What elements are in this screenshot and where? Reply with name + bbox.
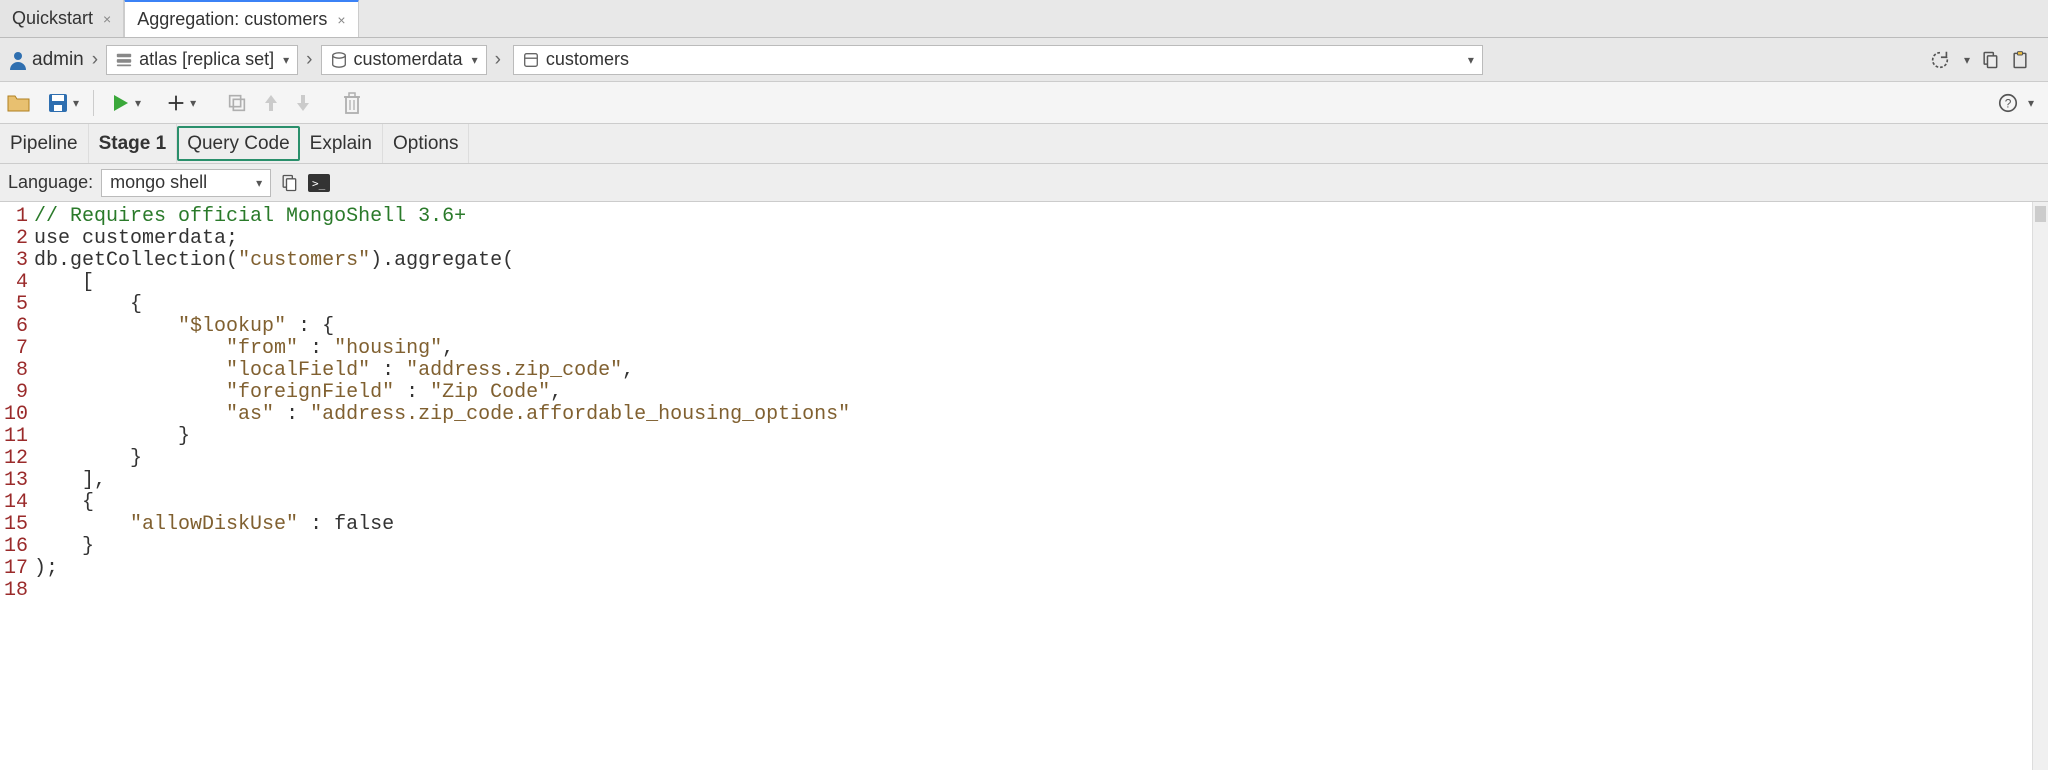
trash-icon[interactable]: [342, 91, 362, 115]
language-bar: Language: mongo shell ▾ >_: [0, 164, 2048, 202]
chevron-down-icon: ▾: [283, 53, 289, 67]
tab-aggregation-customers[interactable]: Aggregation: customers ×: [124, 0, 358, 37]
line-gutter: 123456789101112131415161718: [0, 202, 34, 770]
subtab-explain[interactable]: Explain: [300, 124, 383, 163]
editor-tabs: Quickstart × Aggregation: customers ×: [0, 0, 2048, 38]
chevron-down-icon: ▾: [256, 176, 262, 190]
subtab-label: Pipeline: [10, 133, 78, 155]
subtab-label: Stage 1: [99, 133, 167, 155]
vertical-scrollbar[interactable]: [2032, 202, 2048, 770]
chevron-down-icon: ▾: [472, 53, 478, 67]
open-shell-icon[interactable]: >_: [307, 173, 331, 193]
chevron-down-icon: ▾: [1468, 53, 1474, 67]
collection-label: customers: [546, 49, 629, 70]
subtab-label: Query Code: [187, 133, 289, 155]
tab-label: Aggregation: customers: [137, 9, 327, 30]
breadcrumb-right-actions: ▾: [1929, 49, 2040, 71]
paste-icon[interactable]: [2010, 49, 2030, 71]
copy-icon[interactable]: [1980, 49, 2000, 71]
subtab-stage1[interactable]: Stage 1: [89, 124, 178, 163]
save-icon[interactable]: ▾: [46, 91, 79, 115]
close-icon[interactable]: ×: [103, 11, 111, 27]
separator: [93, 90, 94, 116]
chevron-right-icon: ›: [491, 49, 505, 71]
chevron-right-icon: ›: [88, 49, 102, 71]
chevron-down-icon: ▾: [135, 96, 141, 110]
help-icon[interactable]: ?: [1997, 92, 2019, 114]
close-icon[interactable]: ×: [337, 12, 345, 28]
subtab-label: Explain: [310, 133, 372, 155]
agg-subtabs: Pipeline Stage 1 Query Code Explain Opti…: [0, 124, 2048, 164]
arrow-down-icon[interactable]: [294, 91, 312, 115]
toolbar: ▾ ▾ ▾ ? ▾: [0, 82, 2048, 124]
database-label: customerdata: [354, 49, 463, 70]
chevron-down-icon[interactable]: ▾: [2028, 96, 2034, 110]
breadcrumb-user: admin: [32, 49, 84, 71]
language-label: Language:: [8, 172, 93, 193]
chevron-down-icon: ▾: [190, 96, 196, 110]
user-icon: [8, 50, 28, 70]
run-icon[interactable]: ▾: [108, 91, 141, 115]
subtab-options[interactable]: Options: [383, 124, 469, 163]
cluster-select[interactable]: atlas [replica set] ▾: [106, 45, 298, 75]
collection-select[interactable]: customers ▾: [513, 45, 1483, 75]
database-select[interactable]: customerdata ▾: [321, 45, 487, 75]
arrow-up-icon[interactable]: [262, 91, 280, 115]
chevron-down-icon: ▾: [73, 96, 79, 110]
language-select[interactable]: mongo shell ▾: [101, 169, 271, 197]
subtab-label: Options: [393, 133, 458, 155]
copy-code-icon[interactable]: [279, 172, 299, 194]
subtab-querycode[interactable]: Query Code: [177, 126, 299, 161]
chevron-down-icon[interactable]: ▾: [1964, 53, 1970, 67]
language-value: mongo shell: [110, 172, 207, 193]
chevron-right-icon: ›: [302, 49, 316, 71]
cluster-label: atlas [replica set]: [139, 49, 274, 70]
tab-label: Quickstart: [12, 8, 93, 29]
tab-quickstart[interactable]: Quickstart ×: [0, 0, 124, 37]
code-editor[interactable]: 123456789101112131415161718 // Requires …: [0, 202, 2048, 770]
refresh-icon[interactable]: [1929, 49, 1951, 71]
svg-text:?: ?: [2005, 96, 2012, 110]
add-icon[interactable]: ▾: [165, 92, 196, 114]
code-content[interactable]: // Requires official MongoShell 3.6+use …: [34, 202, 850, 770]
svg-text:>_: >_: [312, 177, 326, 190]
duplicate-icon[interactable]: [226, 92, 248, 114]
scrollbar-thumb[interactable]: [2035, 206, 2046, 222]
open-folder-icon[interactable]: [6, 92, 32, 114]
subtab-pipeline[interactable]: Pipeline: [0, 124, 89, 163]
breadcrumb: admin › atlas [replica set] ▾ › customer…: [0, 38, 2048, 82]
